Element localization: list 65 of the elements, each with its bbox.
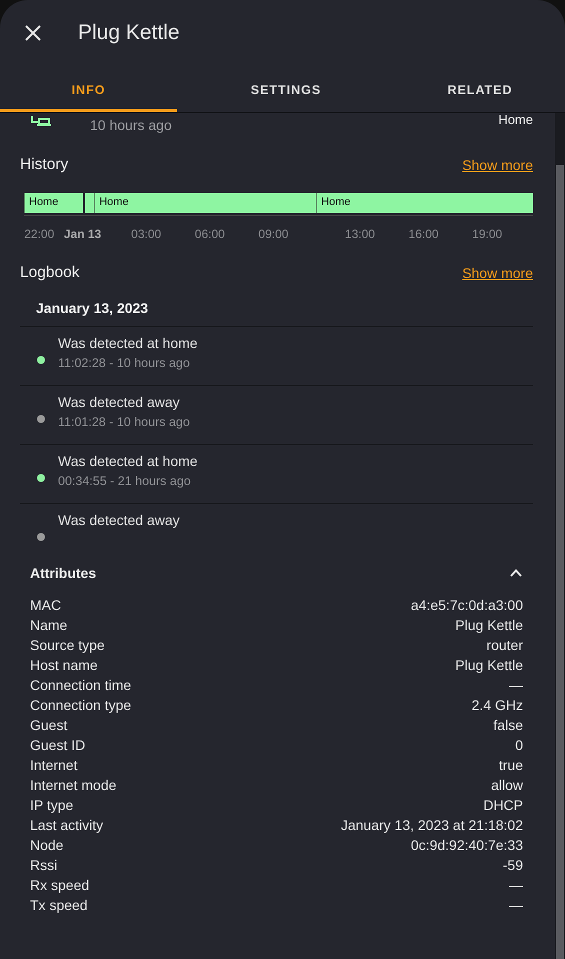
attribute-name: IP type — [30, 797, 74, 813]
network-devices-icon — [29, 113, 53, 127]
date-heading: January 13, 2023 — [20, 293, 533, 327]
attribute-name: Connection type — [30, 697, 132, 713]
attribute-name: Last activity — [30, 817, 104, 833]
axis-label: 16:00 — [408, 227, 439, 241]
attribute-value: 0c:9d:92:40:7e:33 — [410, 837, 523, 853]
timeline-segment: Home — [24, 193, 83, 213]
axis-label: 09:00 — [258, 227, 288, 241]
attribute-value: — — [509, 677, 523, 693]
show-more-link[interactable]: Show more — [462, 265, 533, 281]
last-changed-text: 10 hours ago — [90, 117, 172, 133]
tab[interactable]: INFO — [0, 65, 177, 112]
show-more-link[interactable]: Show more — [462, 157, 533, 173]
attribute-value: 2.4 GHz — [472, 697, 523, 713]
log-message: Was detected away — [58, 512, 180, 528]
attribute-value: router — [486, 637, 523, 653]
timeline-segment — [82, 193, 94, 213]
log-message: Was detected at home — [58, 335, 198, 351]
attribute-name: Source type — [30, 637, 105, 653]
attribute-name: Tx speed — [30, 897, 88, 913]
dialog-title: Plug Kettle — [78, 20, 180, 44]
attribute-value: Plug Kettle — [455, 657, 523, 673]
attribute-name: Internet mode — [30, 777, 116, 793]
log-message: Was detected away — [58, 394, 181, 410]
section-title: History — [20, 156, 68, 174]
attribute-name: Rssi — [30, 857, 58, 873]
axis-label: 22:00 — [24, 227, 54, 241]
attribute-name: Connection time — [30, 677, 132, 693]
attribute-value: DHCP — [483, 797, 523, 813]
axis-label: 19:00 — [472, 227, 502, 241]
axis-label: 13:00 — [344, 227, 375, 241]
attribute-name: Name — [30, 617, 68, 633]
timeline-segment: Home — [94, 193, 316, 213]
attribute-value: -59 — [502, 857, 523, 873]
log-time: 11:02:28 - 10 hours ago — [58, 356, 191, 370]
attribute-value: — — [509, 877, 523, 893]
attribute-value: — — [509, 897, 523, 913]
log-time: 11:01:28 - 10 hours ago — [58, 415, 190, 429]
attribute-value: Plug Kettle — [455, 617, 523, 633]
attribute-value: false — [493, 717, 523, 733]
attribute-name: Node — [30, 837, 64, 853]
timeline-segment: Home — [316, 193, 533, 213]
log-message: Was detected at home — [58, 453, 198, 469]
attribute-value: true — [498, 757, 523, 773]
attribute-value: a4:e5:7c:0d:a3:00 — [410, 597, 523, 613]
attribute-name: Host name — [30, 657, 98, 673]
tab[interactable]: RELATED — [395, 65, 565, 112]
attribute-name: Internet — [30, 757, 78, 773]
attributes-title: Attributes — [30, 565, 96, 581]
attribute-name: MAC — [30, 597, 62, 613]
attribute-name: Guest ID — [30, 737, 86, 753]
section-title: Logbook — [20, 264, 80, 282]
tab[interactable]: SETTINGS — [177, 65, 395, 112]
state-text: Home — [498, 113, 533, 127]
axis-label: 06:00 — [194, 227, 225, 241]
attribute-value: January 13, 2023 at 21:18:02 — [340, 817, 523, 833]
close-icon — [25, 24, 41, 40]
attribute-value: 0 — [515, 737, 523, 753]
axis-label: Jan 13 — [64, 227, 102, 241]
attribute-value: allow — [491, 777, 523, 793]
attribute-name: Guest — [30, 717, 68, 733]
attribute-name: Rx speed — [30, 877, 90, 893]
axis-label: 03:00 — [131, 227, 162, 241]
log-time: 00:34:55 - 21 hours ago — [58, 474, 192, 488]
